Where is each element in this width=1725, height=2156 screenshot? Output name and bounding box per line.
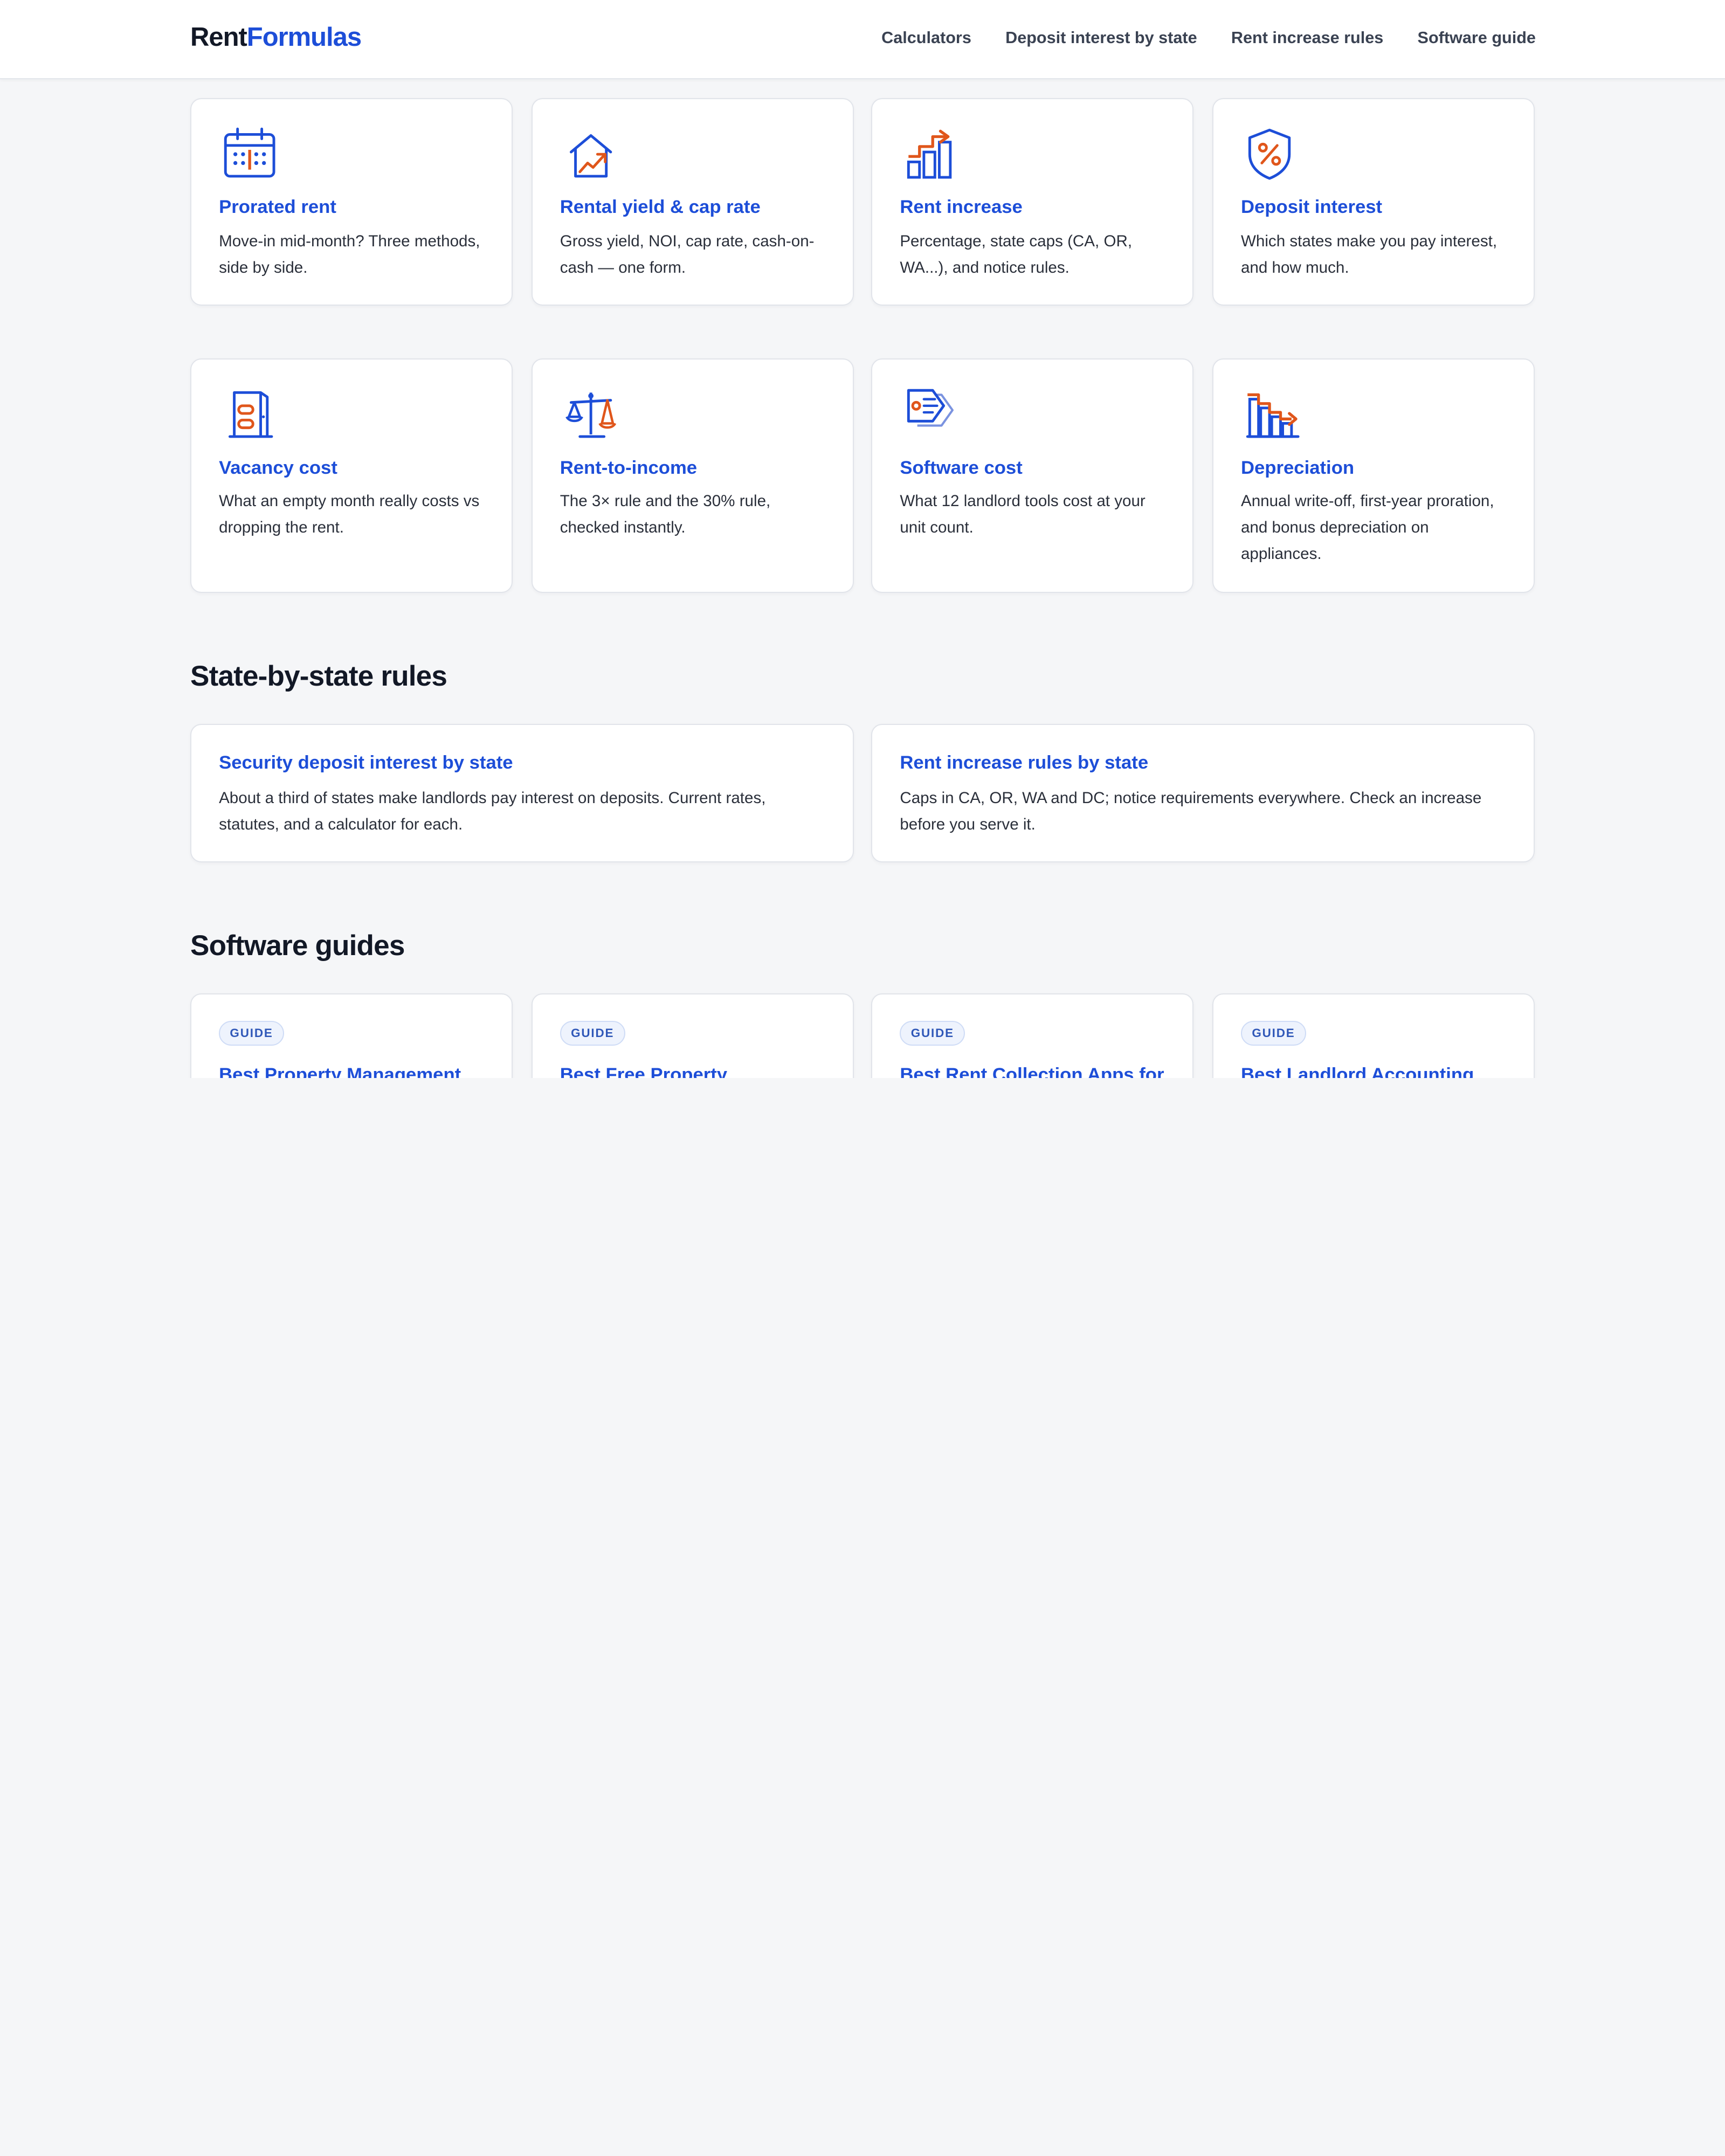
- card-title: Rental yield & cap rate: [560, 197, 761, 218]
- calculator-card-rental-yield[interactable]: Rental yield & cap rate Gross yield, NOI…: [531, 98, 854, 306]
- guide-card[interactable]: GUIDE Best Free Property: [531, 993, 854, 1078]
- main-nav: Calculators Deposit interest by state Re…: [881, 29, 1536, 47]
- guide-card[interactable]: GUIDE Best Property Management: [190, 993, 513, 1078]
- card-description: What an empty month really costs vs drop…: [219, 492, 480, 537]
- logo-text-formulas: Formulas: [246, 22, 362, 52]
- guide-badge: GUIDE: [1240, 1020, 1306, 1046]
- card-title: Rent-to-income: [560, 457, 698, 478]
- door-icon: [219, 384, 280, 445]
- card-description: Move-in mid-month? Three methods, side b…: [219, 232, 480, 277]
- card-description: Annual write-off, first-year proration, …: [1240, 492, 1494, 563]
- calculator-card-prorated-rent[interactable]: Prorated rent Move-in mid-month? Three m…: [190, 98, 513, 306]
- card-title: Software cost: [900, 457, 1023, 478]
- site-header: RentFormulas Calculators Deposit interes…: [0, 0, 1725, 79]
- guide-title: Best Property Management: [219, 1065, 461, 1078]
- calculator-card-vacancy-cost[interactable]: Vacancy cost What an empty month really …: [190, 358, 513, 593]
- calculator-card-rent-increase[interactable]: Rent increase Percentage, state caps (CA…: [871, 98, 1194, 306]
- card-title: Rent increase: [900, 197, 1023, 218]
- logo-text-rent: Rent: [190, 22, 247, 52]
- house-chart-icon: [560, 123, 622, 185]
- guide-badge: GUIDE: [219, 1020, 285, 1046]
- card-description: The 3× rule and the 30% rule, checked in…: [560, 492, 771, 537]
- card-description: About a third of states make landlords p…: [219, 789, 766, 834]
- nav-link-deposit-interest[interactable]: Deposit interest by state: [1005, 29, 1197, 47]
- card-description: Gross yield, NOI, cap rate, cash-on-cash…: [560, 232, 815, 277]
- calculator-card-deposit-interest[interactable]: Deposit interest Which states make you p…: [1212, 98, 1535, 306]
- page: RentFormulas Calculators Deposit interes…: [0, 0, 1725, 1078]
- card-description: What 12 landlord tools cost at your unit…: [900, 492, 1146, 537]
- bar-chart-up-icon: [900, 123, 961, 185]
- calculator-card-software-cost[interactable]: Software cost What 12 landlord tools cos…: [871, 358, 1194, 593]
- guide-title: Best Rent Collection Apps for: [900, 1065, 1164, 1078]
- price-tag-icon: [900, 384, 961, 445]
- guide-card[interactable]: GUIDE Best Rent Collection Apps for: [871, 993, 1194, 1078]
- bar-chart-down-icon: [1241, 384, 1302, 445]
- shield-percent-icon: [1241, 123, 1302, 185]
- card-title: Prorated rent: [219, 197, 336, 218]
- calendar-icon: [219, 123, 280, 185]
- card-title: Depreciation: [1240, 457, 1355, 478]
- guide-badge: GUIDE: [900, 1020, 965, 1046]
- card-title: Deposit interest: [1240, 197, 1383, 218]
- card-description: Percentage, state caps (CA, OR, WA...), …: [900, 232, 1133, 277]
- state-card-deposit-interest[interactable]: Security deposit interest by state About…: [190, 723, 854, 862]
- state-card-rent-increase-rules[interactable]: Rent increase rules by state Caps in CA,…: [871, 723, 1535, 862]
- nav-link-rent-increase-rules[interactable]: Rent increase rules: [1231, 29, 1383, 47]
- guide-badge: GUIDE: [560, 1020, 625, 1046]
- section-title-state-rules: State-by-state rules: [190, 660, 447, 693]
- card-title: Vacancy cost: [219, 457, 337, 478]
- card-description: Which states make you pay interest, and …: [1240, 232, 1498, 277]
- guide-title: Best Free Property: [560, 1065, 728, 1078]
- calculator-card-depreciation[interactable]: Depreciation Annual write-off, first-yea…: [1212, 358, 1535, 593]
- nav-link-software-guide[interactable]: Software guide: [1418, 29, 1536, 47]
- scales-icon: [560, 384, 622, 445]
- guide-card[interactable]: GUIDE Best Landlord Accounting: [1212, 993, 1535, 1078]
- calculator-card-rent-to-income[interactable]: Rent-to-income The 3× rule and the 30% r…: [531, 358, 854, 593]
- site-logo[interactable]: RentFormulas: [190, 22, 362, 52]
- guide-title: Best Landlord Accounting: [1240, 1065, 1474, 1078]
- nav-link-calculators[interactable]: Calculators: [881, 29, 971, 47]
- card-title: Rent increase rules by state: [900, 752, 1149, 773]
- card-description: Caps in CA, OR, WA and DC; notice requir…: [900, 789, 1482, 834]
- section-title-software-guides: Software guides: [190, 930, 405, 962]
- card-title: Security deposit interest by state: [219, 752, 513, 773]
